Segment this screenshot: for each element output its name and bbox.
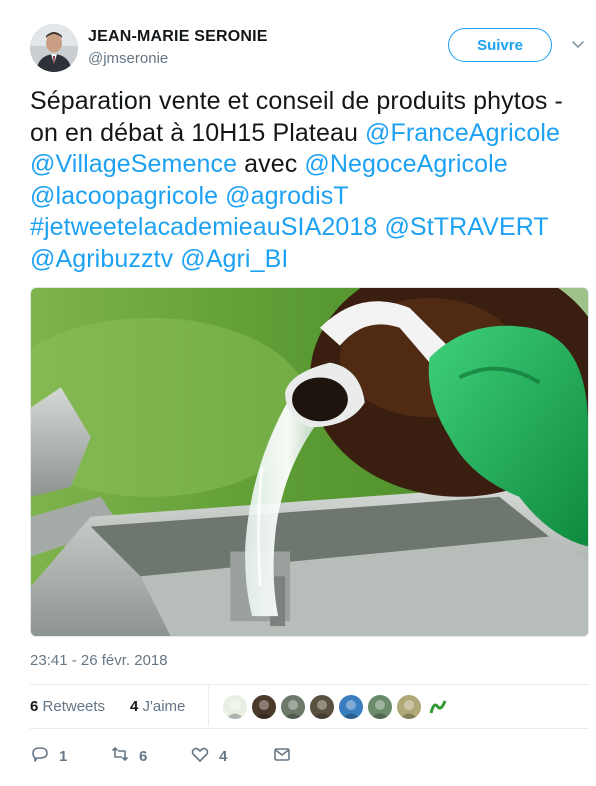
mention-link[interactable]: @agrodisT xyxy=(225,182,348,210)
hashtag-link[interactable]: #jetweetelacademieauSIA2018 xyxy=(30,213,377,241)
mention-link[interactable]: @FranceAgricole xyxy=(365,119,560,147)
likes-label: J'aime xyxy=(142,698,186,715)
mention-link[interactable]: @VillageSemence xyxy=(30,150,237,178)
divider xyxy=(30,728,589,729)
envelope-icon xyxy=(272,744,292,768)
heart-icon xyxy=(190,744,210,768)
tweet-text: Séparation vente et conseil de produits … xyxy=(30,86,585,275)
reply-button[interactable]: 1 xyxy=(30,742,67,770)
like-count: 4 xyxy=(219,747,228,765)
engagement-stats: 6 Retweets 4 J'aime xyxy=(30,686,589,726)
author-handle[interactable]: @jmseronie xyxy=(88,50,168,67)
tweet-photo[interactable] xyxy=(30,287,589,637)
retweet-count: 6 xyxy=(139,747,148,765)
retweets-stat[interactable]: 6 Retweets xyxy=(30,698,105,715)
mention-link[interactable]: @lacoopagricole xyxy=(30,182,218,210)
follow-button[interactable]: Suivre xyxy=(448,28,552,62)
divider xyxy=(30,684,589,685)
tweet-header: JEAN-MARIE SERONIE @jmseronie Suivre xyxy=(30,24,590,74)
liker-avatar[interactable] xyxy=(251,694,277,720)
liker-avatar[interactable] xyxy=(425,694,451,720)
liker-avatar[interactable] xyxy=(367,694,393,720)
author-name[interactable]: JEAN-MARIE SERONIE xyxy=(88,28,268,46)
tweet-actions: 1 6 4 xyxy=(30,742,330,770)
retweets-count: 6 xyxy=(30,698,39,715)
chevron-down-icon[interactable] xyxy=(570,36,586,52)
mention-link[interactable]: @Agribuzztv xyxy=(30,245,173,273)
retweet-icon xyxy=(110,744,130,768)
liker-avatar[interactable] xyxy=(280,694,306,720)
mention-link[interactable]: @Agri_BI xyxy=(180,245,288,273)
liker-avatar[interactable] xyxy=(338,694,364,720)
stats-separator xyxy=(208,686,209,726)
direct-message-button[interactable] xyxy=(272,742,292,770)
mention-link[interactable]: @NegoceAgricole xyxy=(304,150,507,178)
tweet-timestamp[interactable]: 23:41 - 26 févr. 2018 xyxy=(30,652,168,669)
liker-avatar[interactable] xyxy=(309,694,335,720)
tweet-text-segment: avec xyxy=(237,150,305,178)
retweet-button[interactable]: 6 xyxy=(110,742,147,770)
like-button[interactable]: 4 xyxy=(190,742,227,770)
likes-count: 4 xyxy=(130,698,139,715)
retweets-label: Retweets xyxy=(42,698,106,715)
liker-avatar[interactable] xyxy=(222,694,248,720)
reply-icon xyxy=(30,744,50,768)
reply-count: 1 xyxy=(59,747,68,765)
liker-avatar[interactable] xyxy=(396,694,422,720)
mention-link[interactable]: @StTRAVERT xyxy=(384,213,548,241)
author-avatar[interactable] xyxy=(30,24,78,72)
likes-stat[interactable]: 4 J'aime xyxy=(130,698,185,715)
